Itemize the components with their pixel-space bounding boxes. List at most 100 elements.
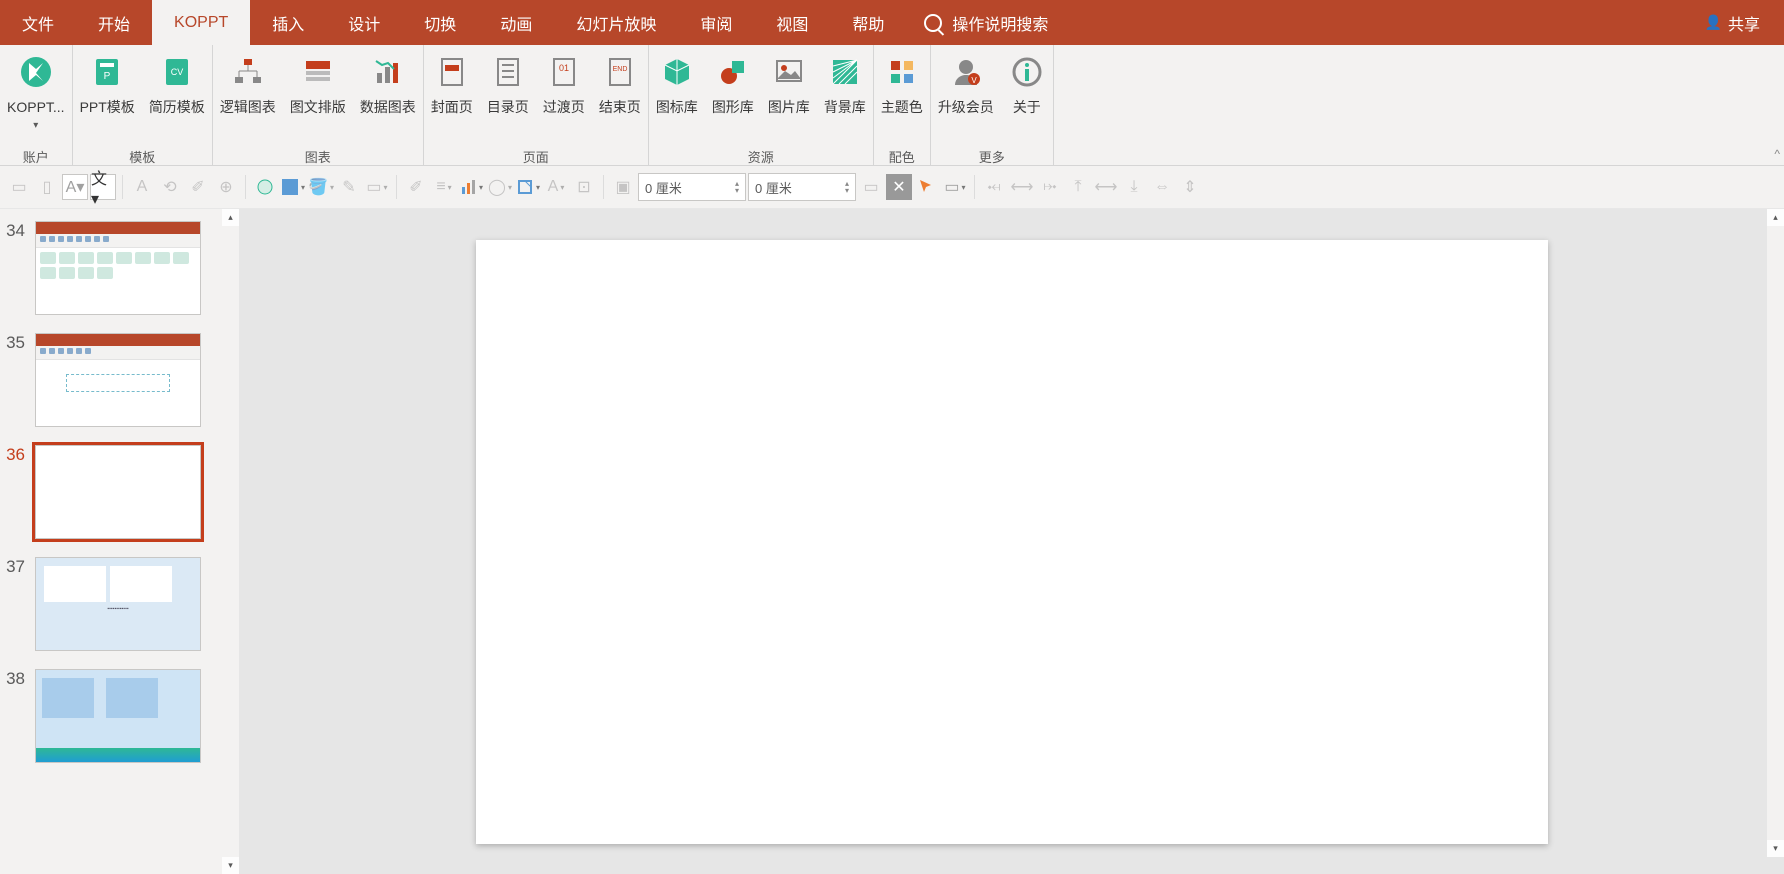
slide-thumbnail-pane: 34 35 36 37 ▪▪▪▪▪▪▪▪▪▪▪▪ 38 ▴ ▾ (0, 209, 239, 874)
height-input[interactable]: 0 厘米 ▴▾ (748, 173, 856, 201)
about-button[interactable]: 关于 (1001, 53, 1053, 143)
slide-thumb-34[interactable]: 34 (0, 221, 222, 315)
slide-pane-scrollbar[interactable]: ▴ ▾ (222, 209, 239, 874)
width-input[interactable]: 0 厘米▴▾ (638, 173, 746, 201)
slide-canvas-area: ▴ ▾ (239, 209, 1784, 874)
crop-shape-button[interactable] (515, 174, 541, 200)
tab-help[interactable]: 帮助 (830, 0, 906, 45)
current-slide[interactable] (476, 240, 1548, 844)
ribbon: KOPPT... ▾ 账户 P PPT模板 CV 简历模板 模板 逻辑图表 (0, 45, 1784, 166)
tab-home[interactable]: 开始 (76, 0, 152, 45)
align-center-icon: ▯ (34, 174, 60, 200)
fill-color-button[interactable] (280, 174, 306, 200)
height-value: 0 厘米 (755, 178, 792, 197)
tab-file[interactable]: 文件 (0, 0, 76, 45)
svg-text:01: 01 (559, 63, 569, 73)
tell-me-placeholder: 操作说明搜索 (952, 11, 1048, 35)
image-library-button[interactable]: 图片库 (761, 53, 817, 143)
vip-icon: V (949, 55, 983, 89)
koppt-account-button[interactable]: KOPPT... ▾ (0, 53, 72, 143)
cv-template-label: 简历模板 (149, 99, 205, 116)
text-effects-icon: A (543, 174, 569, 200)
scroll-down-button[interactable]: ▾ (222, 857, 239, 874)
scroll-track[interactable] (222, 226, 239, 857)
ribbon-group-resource: 图标库 图形库 图片库 背景库 资源 (649, 45, 874, 165)
separator (122, 175, 123, 199)
tab-slideshow[interactable]: 幻灯片放映 (554, 0, 678, 45)
textbox-a-button[interactable]: A▾ (62, 174, 88, 200)
scroll-up-button[interactable]: ▴ (1767, 209, 1784, 226)
close-x-button[interactable]: ✕ (886, 174, 912, 200)
card-icon: ▭ (858, 174, 884, 200)
bar-chart-icon (371, 55, 405, 89)
fit-button[interactable]: ▭ (942, 174, 968, 200)
shape-library-button[interactable]: 图形库 (705, 53, 761, 143)
slide-list[interactable]: 34 35 36 37 ▪▪▪▪▪▪▪▪▪▪▪▪ 38 (0, 209, 222, 874)
background-library-button[interactable]: 背景库 (817, 53, 873, 143)
data-chart-button[interactable]: 数据图表 (353, 53, 423, 143)
tab-view[interactable]: 视图 (754, 0, 830, 45)
canvas-scrollbar-vertical[interactable]: ▴ ▾ (1767, 209, 1784, 857)
chart-button[interactable] (459, 174, 485, 200)
ribbon-group-account-label: 账户 (0, 143, 72, 171)
cube-icon (660, 55, 694, 89)
layout-icon (301, 55, 335, 89)
slide-thumb-36[interactable]: 36 (0, 445, 222, 539)
transition-page-icon: 01 (547, 55, 581, 89)
tab-review[interactable]: 审阅 (678, 0, 754, 45)
cover-page-label: 封面页 (431, 99, 473, 116)
tell-me-search[interactable]: 操作说明搜索 (924, 0, 1048, 45)
shape-circle-button[interactable] (252, 174, 278, 200)
scroll-track[interactable] (1767, 226, 1784, 840)
scroll-up-button[interactable]: ▴ (222, 209, 239, 226)
end-page-label: 结束页 (599, 99, 641, 116)
svg-text:V: V (971, 76, 977, 85)
slide-thumb-38[interactable]: 38 (0, 669, 222, 763)
slide-thumb-35[interactable]: 35 (0, 333, 222, 427)
upgrade-button[interactable]: V升级会员 (931, 53, 1001, 143)
align-c-icon: ⟷ (1009, 174, 1035, 200)
svg-text:CV: CV (171, 67, 184, 77)
thumbnail: ▪▪▪▪▪▪▪▪▪▪▪▪ (35, 557, 201, 651)
svg-text:P: P (104, 71, 111, 82)
scroll-down-button[interactable]: ▾ (1767, 840, 1784, 857)
collapse-ribbon-button[interactable]: ^ (1774, 147, 1780, 161)
tab-insert[interactable]: 插入 (250, 0, 326, 45)
rotate-icon: ⟲ (157, 174, 183, 200)
list-icon: ≡ (431, 174, 457, 200)
slide-thumb-37[interactable]: 37 ▪▪▪▪▪▪▪▪▪▪▪▪ (0, 557, 222, 651)
font-color-icon: A (129, 174, 155, 200)
ribbon-group-template: P PPT模板 CV 简历模板 模板 (73, 45, 213, 165)
lightbulb-icon (924, 14, 942, 32)
share-button[interactable]: 共享 (1681, 0, 1784, 45)
spinner-icon[interactable]: ▴▾ (845, 180, 849, 194)
slide-number: 35 (0, 333, 35, 353)
spinner-icon[interactable]: ▴▾ (735, 180, 739, 194)
end-page-button[interactable]: END结束页 (592, 53, 648, 143)
tab-transition[interactable]: 切换 (402, 0, 478, 45)
data-chart-label: 数据图表 (360, 99, 416, 116)
tab-koppt[interactable]: KOPPT (152, 0, 250, 45)
toc-page-button[interactable]: 目录页 (480, 53, 536, 143)
cv-template-button[interactable]: CV 简历模板 (142, 53, 212, 143)
logic-chart-button[interactable]: 逻辑图表 (213, 53, 283, 143)
textbox-wen-button[interactable]: 文▾ (90, 174, 116, 200)
select-button[interactable] (914, 174, 940, 200)
cover-page-button[interactable]: 封面页 (424, 53, 480, 143)
tab-animation[interactable]: 动画 (478, 0, 554, 45)
align-m-icon: ⟷ (1093, 174, 1119, 200)
dist-h-icon: ⇔ (1149, 174, 1175, 200)
ppt-template-button[interactable]: P PPT模板 (73, 53, 142, 143)
cover-page-icon (435, 55, 469, 89)
koppt-logo-icon (19, 55, 53, 89)
tab-design[interactable]: 设计 (326, 0, 402, 45)
ribbon-group-more-label: 更多 (931, 143, 1053, 171)
align-left-icon: ▭ (6, 174, 32, 200)
transition-page-button[interactable]: 01过渡页 (536, 53, 592, 143)
ribbon-group-more: V升级会员 关于 更多 (931, 45, 1054, 165)
ribbon-group-page: 封面页 目录页 01过渡页 END结束页 页面 (424, 45, 649, 165)
theme-color-button[interactable]: 主题色 (874, 53, 930, 143)
ribbon-group-account: KOPPT... ▾ 账户 (0, 45, 73, 165)
layout-button[interactable]: 图文排版 (283, 53, 353, 143)
icon-library-button[interactable]: 图标库 (649, 53, 705, 143)
